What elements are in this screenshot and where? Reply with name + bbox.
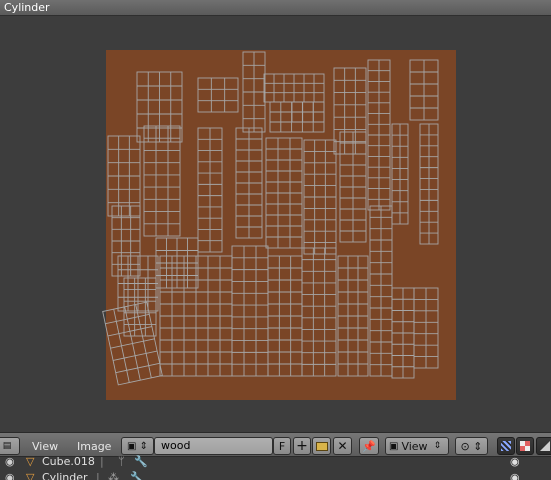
menu-image[interactable]: Image <box>77 440 111 453</box>
object-icon: ▽ <box>26 455 35 468</box>
window-title: Cylinder <box>4 1 50 14</box>
separator: | <box>96 471 100 480</box>
mesh-data-icon: ⁂ <box>108 471 119 480</box>
window-title-bar: Cylinder <box>0 0 551 16</box>
editor-type-button[interactable]: ▤ <box>0 437 20 455</box>
pivot-select[interactable]: ⊙ ⇕ <box>455 437 488 455</box>
plus-icon: + <box>296 438 308 454</box>
modifier-icon: ᛘ <box>118 455 125 468</box>
uv-select-mode-button[interactable] <box>497 437 515 455</box>
separator: | <box>100 455 104 468</box>
outliner-row-label[interactable]: Cube.018 <box>42 455 95 468</box>
fake-user-label: F <box>278 439 286 453</box>
editor-type-icon: ▤ <box>2 441 12 451</box>
uv-canvas[interactable] <box>0 16 551 432</box>
unlink-image-button[interactable]: ✕ <box>333 437 352 455</box>
view-mode-label: View <box>401 439 428 453</box>
folder-icon <box>315 441 328 451</box>
visibility-eye-icon[interactable]: ◉ <box>510 455 520 468</box>
outliner-row-label[interactable]: Cylinder <box>42 471 88 480</box>
close-icon: ✕ <box>337 439 348 453</box>
outliner-row[interactable]: ◉ ▽ Cube.018 | ᛘ 🔧 ◉ <box>0 455 551 468</box>
chevron-updown-icon: ⇕ <box>433 441 442 451</box>
fake-user-button[interactable]: F <box>273 437 291 455</box>
visibility-eye-icon[interactable]: ◉ <box>510 471 520 480</box>
eye-icon[interactable]: ◉ <box>5 471 15 480</box>
view-mode-select[interactable]: ▣ View ⇕ <box>385 437 449 455</box>
corner-icon <box>540 441 550 451</box>
view-mode-icon: ▣ <box>389 440 399 452</box>
new-image-button[interactable]: + <box>293 437 311 455</box>
uv-sync-button[interactable] <box>536 437 551 455</box>
image-editor-header: ▤ View Image ▣ ⇕ wood F + ✕ 📌 ▣ View ⇕ ⊙… <box>0 432 551 457</box>
menu-view[interactable]: View <box>32 440 58 453</box>
wrench-icon[interactable]: 🔧 <box>134 455 148 468</box>
object-icon: ▽ <box>26 471 35 480</box>
pin-image-button[interactable]: 📌 <box>359 437 379 455</box>
image-browse-icon: ▣ ⇕ <box>126 440 148 452</box>
outliner-row[interactable]: ◉ ▽ Cylinder | ⁂ 🔧 ◉ <box>0 471 551 480</box>
eye-icon[interactable]: ◉ <box>5 455 15 468</box>
sticky-mode-button[interactable] <box>516 437 534 455</box>
uv-image-viewport[interactable] <box>0 16 551 432</box>
pivot-icon: ⊙ ⇕ <box>460 439 483 453</box>
image-name-field[interactable]: wood <box>154 437 273 455</box>
open-image-button[interactable] <box>312 437 331 455</box>
pin-icon: 📌 <box>362 439 376 453</box>
outliner-panel: ◉ ▽ Cube.018 | ᛘ 🔧 ◉ ◉ ▽ Cylinder | ⁂ 🔧 … <box>0 455 551 480</box>
uv-select-icon <box>501 441 511 451</box>
wrench-icon[interactable]: 🔧 <box>130 471 144 480</box>
browse-image-button[interactable]: ▣ ⇕ <box>121 437 154 455</box>
checker-icon <box>520 441 530 451</box>
